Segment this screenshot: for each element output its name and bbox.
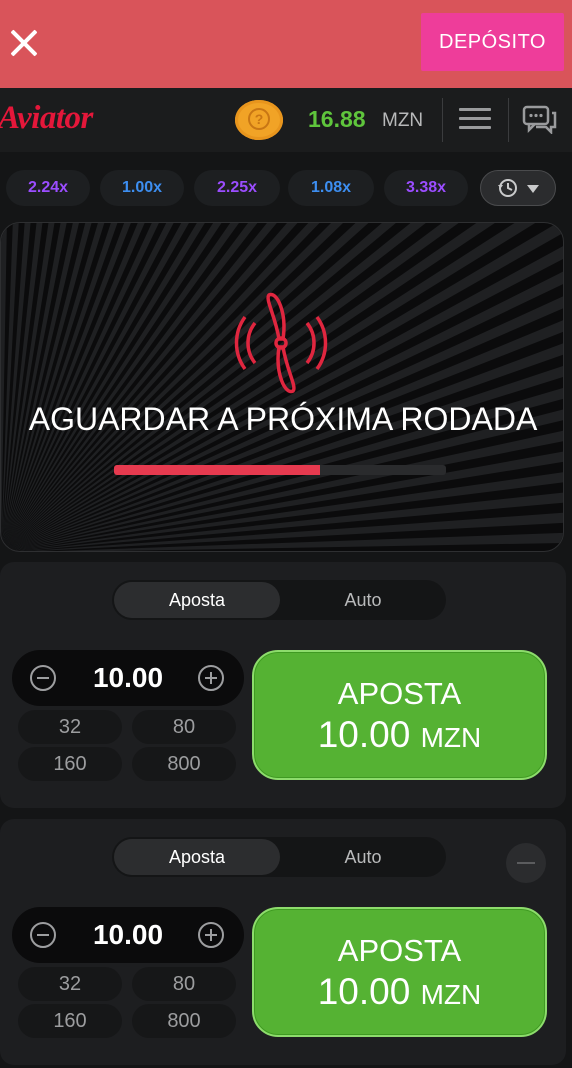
deposit-button[interactable]: DEPÓSITO [421, 13, 564, 71]
bet-button-amount: 10.00 MZN [254, 971, 545, 1013]
question-coin-icon[interactable]: ? [235, 100, 283, 140]
waiting-status-text: AGUARDAR A PRÓXIMA RODADA [28, 401, 538, 437]
quick-amount-button[interactable]: 80 [132, 967, 236, 1001]
hamburger-menu-icon[interactable] [459, 108, 491, 130]
quick-amount-button[interactable]: 800 [132, 1004, 236, 1038]
divider [508, 98, 509, 142]
top-bar: DEPÓSITO [0, 0, 572, 88]
decrease-amount-button[interactable] [30, 665, 56, 691]
multiplier-history: 2.24x 1.00x 2.25x 1.08x 3.38x [0, 152, 572, 218]
quick-amount-button[interactable]: 32 [18, 710, 122, 744]
bet-button-value: 10.00 [317, 714, 411, 755]
bet-panel-1: Aposta Auto 10.00 32 80 160 800 APOSTA 1… [0, 562, 566, 808]
multiplier-badge: 1.00x [100, 170, 184, 206]
increase-amount-button[interactable] [198, 665, 224, 691]
game-header: Aviator ? 16.88 MZN [0, 88, 572, 152]
aviator-logo: Aviator [0, 100, 93, 136]
multiplier-badge: 2.25x [194, 170, 280, 206]
bet-amount-stepper: 10.00 [12, 907, 244, 963]
bet-amount-input[interactable]: 10.00 [68, 919, 188, 951]
bet-mode-tabs: Aposta Auto [112, 580, 446, 620]
clock-history-icon [498, 179, 539, 197]
close-icon[interactable] [6, 24, 42, 60]
bet-button-title: APOSTA [337, 933, 462, 968]
bet-amount-input[interactable]: 10.00 [68, 662, 188, 694]
round-progress-bar [114, 465, 446, 475]
tab-aposta[interactable]: Aposta [114, 839, 280, 875]
bet-button-currency: MZN [420, 722, 482, 753]
multiplier-badge: 2.24x [6, 170, 90, 206]
bet-mode-tabs: Aposta Auto [112, 837, 446, 877]
game-canvas: AGUARDAR A PRÓXIMA RODADA [0, 222, 564, 552]
round-progress-fill [114, 465, 320, 475]
multiplier-badge: 1.08x [288, 170, 374, 206]
bet-button-currency: MZN [420, 979, 482, 1010]
place-bet-button[interactable]: APOSTA 10.00 MZN [252, 650, 547, 780]
balance-value: 16.88 [308, 106, 366, 132]
history-toggle-button[interactable] [480, 170, 556, 206]
bet-button-value: 10.00 [317, 971, 411, 1012]
bet-button-title: APOSTA [337, 676, 462, 711]
tab-auto[interactable]: Auto [280, 582, 446, 618]
quick-amount-button[interactable]: 160 [18, 1004, 122, 1038]
quick-amount-button[interactable]: 160 [18, 747, 122, 781]
divider [442, 98, 443, 142]
quick-amount-button[interactable]: 80 [132, 710, 236, 744]
quick-amount-button[interactable]: 800 [132, 747, 236, 781]
remove-panel-button[interactable] [506, 843, 546, 883]
place-bet-button[interactable]: APOSTA 10.00 MZN [252, 907, 547, 1037]
bet-panel-2: Aposta Auto 10.00 32 80 160 800 APOSTA 1… [0, 819, 566, 1065]
increase-amount-button[interactable] [198, 922, 224, 948]
propeller-icon [234, 292, 328, 394]
multiplier-badge: 3.38x [384, 170, 468, 206]
chat-bubbles-icon[interactable] [522, 104, 558, 134]
quick-amount-button[interactable]: 32 [18, 967, 122, 1001]
decrease-amount-button[interactable] [30, 922, 56, 948]
bet-amount-stepper: 10.00 [12, 650, 244, 706]
tab-auto[interactable]: Auto [280, 839, 446, 875]
bet-button-amount: 10.00 MZN [254, 714, 545, 756]
balance-currency: MZN [382, 110, 424, 131]
tab-aposta[interactable]: Aposta [114, 582, 280, 618]
